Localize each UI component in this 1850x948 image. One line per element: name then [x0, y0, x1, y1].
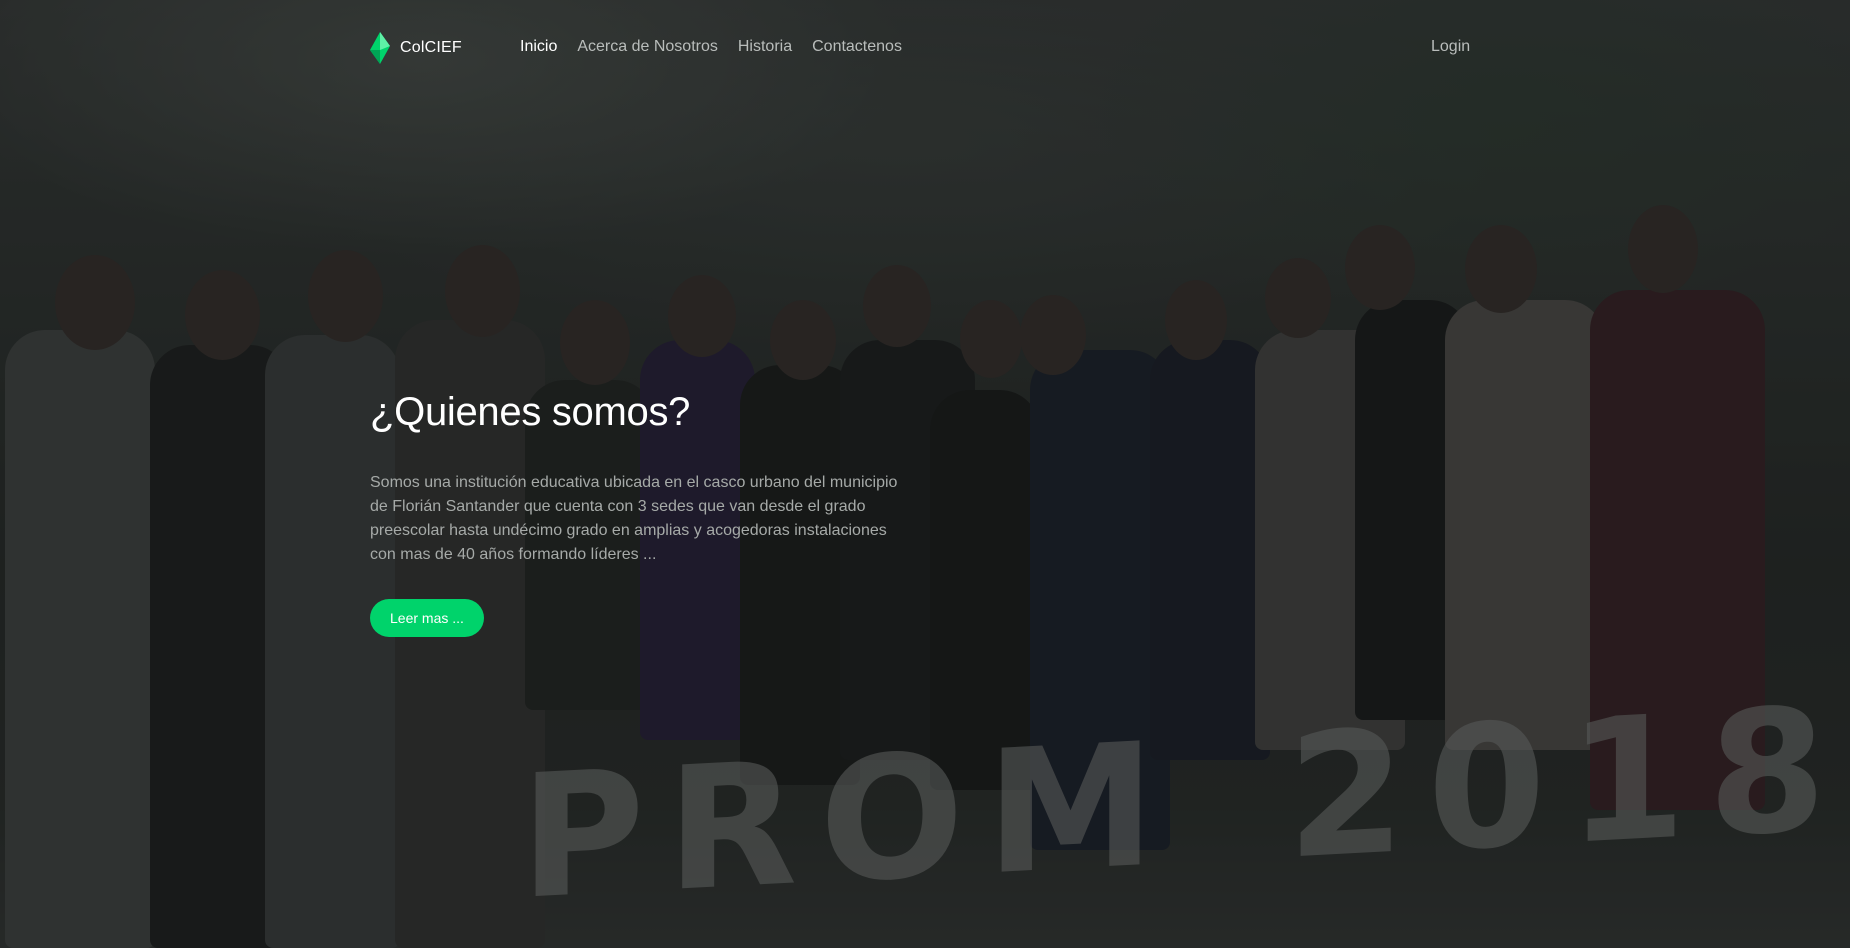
read-more-button[interactable]: Leer mas ... [370, 599, 484, 637]
top-navbar: ColCIEF Inicio Acerca de Nosotros Histor… [0, 0, 1850, 96]
nav-links: Inicio Acerca de Nosotros Historia Conta… [520, 38, 902, 56]
diamond-leaf-icon [370, 32, 390, 64]
hero-description: Somos una institución educativa ubicada … [370, 474, 898, 563]
hero-title: ¿Quienes somos? [370, 390, 691, 434]
nav-item-inicio[interactable]: Inicio [520, 38, 557, 56]
brand-name: ColCIEF [400, 39, 462, 56]
hero-dark-overlay [0, 0, 1850, 948]
nav-item-acerca-de-nosotros[interactable]: Acerca de Nosotros [577, 38, 718, 56]
brand-logo-link[interactable]: ColCIEF [370, 32, 462, 64]
login-link[interactable]: Login [1431, 38, 1470, 56]
nav-item-historia[interactable]: Historia [738, 38, 792, 56]
nav-item-contactenos[interactable]: Contactenos [812, 38, 902, 56]
hero-content: ¿Quienes somos? Somos una institución ed… [370, 390, 910, 637]
